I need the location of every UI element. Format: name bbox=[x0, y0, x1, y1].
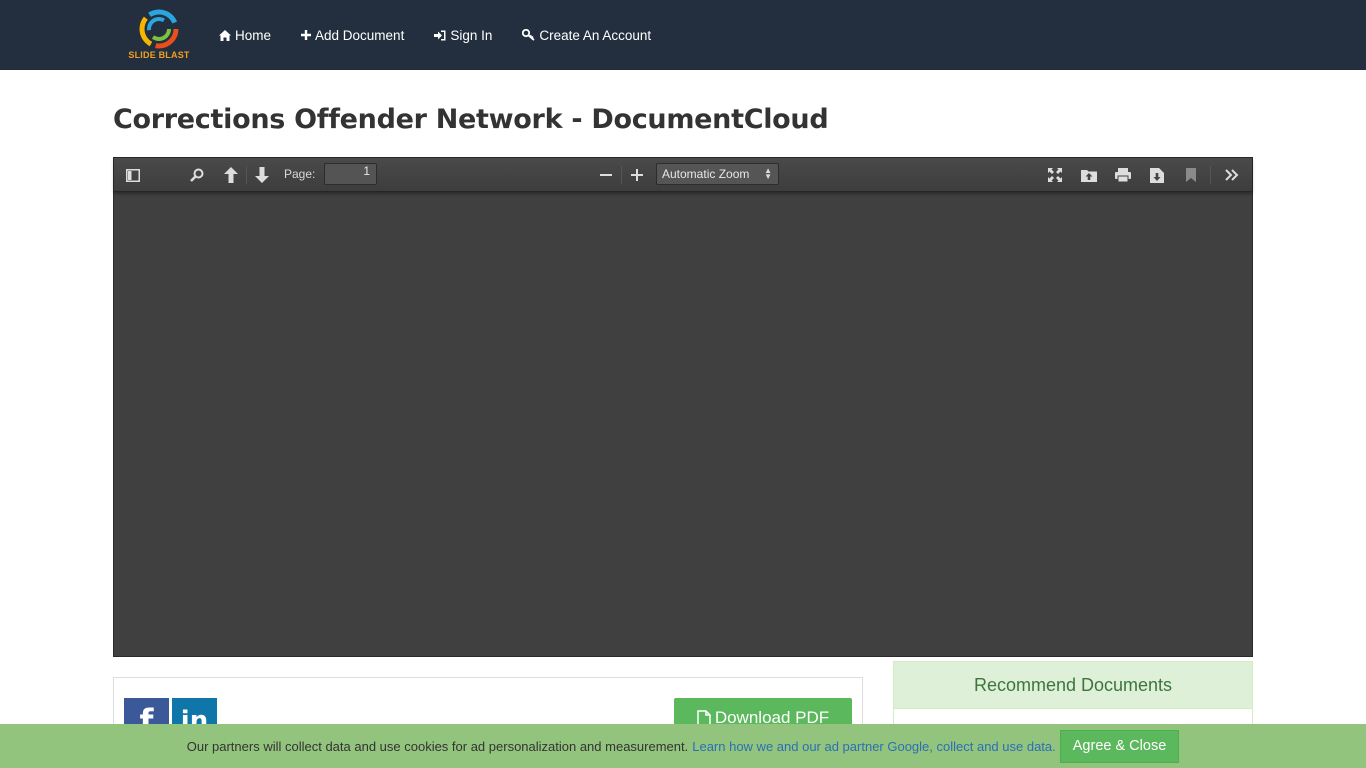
page-label: Page: bbox=[284, 167, 316, 181]
plus-icon bbox=[301, 30, 312, 40]
sign-in-icon bbox=[434, 30, 446, 40]
find-button[interactable] bbox=[186, 165, 208, 185]
nav-sign-in-label: Sign In bbox=[450, 27, 493, 43]
nav-home[interactable]: Home bbox=[219, 28, 271, 43]
sidebar-toggle-icon bbox=[126, 168, 140, 182]
nav-add-document[interactable]: Add Document bbox=[301, 28, 404, 43]
pdf-viewer[interactable]: Page: 1 Automatic Zoom ▲ ▼ bbox=[113, 157, 1253, 657]
nav-add-document-label: Add Document bbox=[315, 27, 405, 43]
nav-home-label: Home bbox=[235, 27, 272, 43]
cookie-learn-more-link[interactable]: Learn how we and our ad partner Google, … bbox=[692, 739, 1056, 754]
previous-page-button[interactable] bbox=[220, 165, 242, 185]
presentation-mode-button[interactable] bbox=[1044, 165, 1066, 185]
open-file-button[interactable] bbox=[1078, 165, 1100, 185]
toolbar-separator bbox=[1210, 166, 1211, 184]
next-page-button[interactable] bbox=[251, 165, 273, 185]
home-icon bbox=[219, 29, 231, 41]
double-chevron-right-icon bbox=[1225, 169, 1239, 181]
swirl-logo-icon bbox=[139, 9, 179, 49]
printer-icon bbox=[1115, 168, 1131, 182]
nav-create-account-label: Create An Account bbox=[539, 27, 652, 43]
main-nav: Home Add Document Sign In Create An Acco… bbox=[219, 0, 681, 70]
brand-name: SLIDE BLAST bbox=[128, 50, 190, 60]
toggle-sidebar-button[interactable] bbox=[122, 165, 144, 185]
pdf-toolbar: Page: 1 Automatic Zoom ▲ ▼ bbox=[114, 158, 1252, 192]
zoom-out-button[interactable] bbox=[595, 165, 617, 185]
search-icon bbox=[190, 168, 204, 182]
toolbar-separator bbox=[246, 166, 247, 184]
select-arrows-icon: ▲ ▼ bbox=[764, 166, 772, 181]
zoom-select[interactable]: Automatic Zoom ▲ ▼ bbox=[656, 163, 779, 185]
recommend-documents-heading: Recommend Documents bbox=[894, 662, 1252, 709]
plus-icon bbox=[631, 169, 643, 181]
nav-sign-in[interactable]: Sign In bbox=[434, 28, 492, 43]
agree-close-button[interactable]: Agree & Close bbox=[1059, 729, 1180, 763]
navbar: SLIDE BLAST Home Add Document Sign In Cr… bbox=[0, 0, 1366, 70]
site-logo[interactable]: SLIDE BLAST bbox=[124, 8, 194, 64]
minus-icon bbox=[600, 174, 612, 176]
arrow-up-icon bbox=[224, 167, 238, 183]
save-download-button[interactable] bbox=[1146, 165, 1168, 185]
page-number-input[interactable]: 1 bbox=[324, 163, 377, 185]
key-icon bbox=[522, 29, 535, 41]
zoom-select-value: Automatic Zoom bbox=[662, 167, 750, 181]
tools-menu-button[interactable] bbox=[1221, 165, 1243, 185]
download-icon bbox=[1150, 167, 1164, 183]
page-title: Corrections Offender Network - DocumentC… bbox=[113, 104, 829, 135]
bookmark-button[interactable] bbox=[1180, 165, 1202, 185]
open-file-icon bbox=[1081, 170, 1097, 182]
cookie-message: Our partners will collect data and use c… bbox=[186, 738, 689, 754]
nav-create-account[interactable]: Create An Account bbox=[522, 28, 651, 43]
bookmark-icon bbox=[1186, 168, 1196, 182]
cookie-consent-bar: Our partners will collect data and use c… bbox=[0, 724, 1366, 768]
fullscreen-icon bbox=[1048, 168, 1062, 182]
print-button[interactable] bbox=[1112, 165, 1134, 185]
arrow-down-icon bbox=[255, 167, 269, 183]
zoom-in-button[interactable] bbox=[626, 165, 648, 185]
toolbar-separator bbox=[621, 166, 622, 184]
